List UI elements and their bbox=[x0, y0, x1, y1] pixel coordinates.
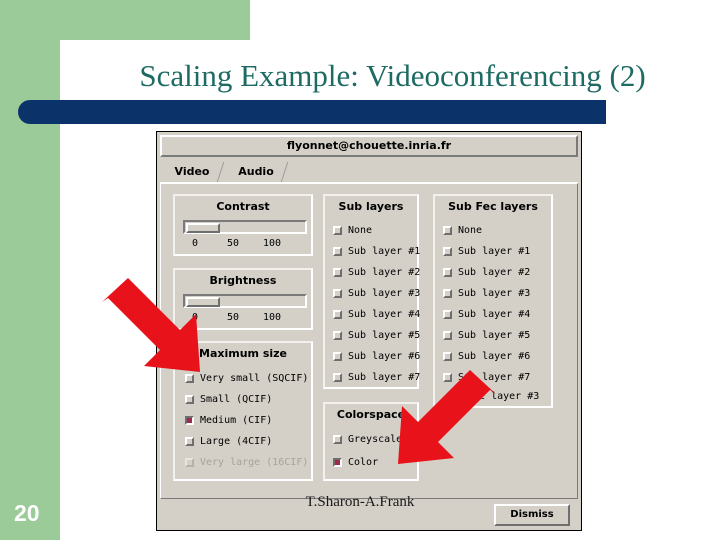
sub-layers-panel: Sub layers None Sub layer #1 Sub layer #… bbox=[323, 194, 420, 389]
checkbox-icon bbox=[443, 268, 452, 277]
page-title: Scaling Example: Videoconferencing (2) bbox=[139, 58, 646, 93]
subfec-option-3[interactable]: Sub layer #3 bbox=[443, 286, 530, 301]
tab-divider-icon bbox=[282, 161, 294, 183]
slide-canvas: Scaling Example: Videoconferencing (2) 2… bbox=[0, 0, 720, 540]
annotation-arrow-down-right bbox=[102, 278, 200, 372]
contrast-scale-min: 0 bbox=[192, 238, 199, 249]
navy-accent-bar bbox=[18, 100, 606, 124]
checkbox-icon bbox=[333, 268, 342, 277]
subfec-label: None bbox=[458, 225, 483, 236]
sublayer-label: Sub layer #3 bbox=[348, 288, 421, 299]
sublayer-option-6[interactable]: Sub layer #6 bbox=[333, 349, 420, 364]
contrast-scale-max: 100 bbox=[263, 238, 282, 249]
subfec-label: Sub layer #3 bbox=[458, 288, 531, 299]
radio-icon bbox=[333, 435, 342, 444]
subfec-option-5[interactable]: Sub layer #5 bbox=[443, 328, 530, 343]
green-left-band bbox=[0, 0, 60, 540]
checkbox-icon bbox=[443, 352, 452, 361]
brightness-scale-mid: 50 bbox=[227, 312, 240, 323]
sublayer-option-5[interactable]: Sub layer #5 bbox=[333, 328, 420, 343]
checkbox-icon bbox=[443, 226, 452, 235]
radio-icon-selected bbox=[185, 416, 194, 425]
sublayer-option-none[interactable]: None bbox=[333, 223, 372, 238]
maxsize-option-medium[interactable]: Medium (CIF) bbox=[185, 413, 272, 428]
maxsize-option-small[interactable]: Small (QCIF) bbox=[185, 392, 272, 407]
maxsize-label: Very large (16CIF) bbox=[200, 457, 309, 468]
dialog-body: Contrast 0 50 100 Brightness 0 50 100 bbox=[160, 183, 578, 499]
radio-icon bbox=[185, 437, 194, 446]
subfec-option-4[interactable]: Sub layer #4 bbox=[443, 307, 530, 322]
tab-bar: Video Audio bbox=[160, 161, 578, 183]
radio-icon-selected bbox=[333, 458, 342, 467]
tab-video-label: Video bbox=[174, 165, 210, 178]
tab-video[interactable]: Video bbox=[166, 161, 218, 183]
brightness-scale-max: 100 bbox=[263, 312, 282, 323]
maxsize-option-large[interactable]: Large (4CIF) bbox=[185, 434, 272, 449]
checkbox-icon bbox=[443, 310, 452, 319]
subfec-label: Sub layer #2 bbox=[458, 267, 531, 278]
sub-fec-layers-title: Sub Fec layers bbox=[448, 200, 538, 213]
contrast-title: Contrast bbox=[216, 200, 270, 213]
sublayer-option-1[interactable]: Sub layer #1 bbox=[333, 244, 420, 259]
contrast-slider[interactable] bbox=[183, 220, 307, 234]
maxsize-option-very-large: Very large (16CIF) bbox=[185, 455, 308, 470]
checkbox-icon bbox=[443, 331, 452, 340]
slide-footer: T.Sharon-A.Frank bbox=[305, 494, 415, 510]
checkbox-icon bbox=[443, 247, 452, 256]
checkbox-icon bbox=[333, 247, 342, 256]
sublayer-option-4[interactable]: Sub layer #4 bbox=[333, 307, 420, 322]
sub-layers-title: Sub layers bbox=[338, 200, 404, 213]
dialog-title-bar: flyonnet@chouette.inria.fr bbox=[160, 135, 578, 157]
contrast-slider-thumb[interactable] bbox=[186, 223, 220, 233]
checkbox-icon bbox=[333, 289, 342, 298]
maxsize-label: Very small (SQCIF) bbox=[200, 373, 309, 384]
subfec-label: Sub layer #5 bbox=[458, 330, 531, 341]
tab-divider-icon bbox=[218, 161, 230, 183]
sublayer-label: None bbox=[348, 225, 373, 236]
sublayer-label: Sub layer #5 bbox=[348, 330, 421, 341]
sublayer-label: Sub layer #4 bbox=[348, 309, 421, 320]
sublayer-label: Sub layer #6 bbox=[348, 351, 421, 362]
annotation-arrow-down-left bbox=[398, 370, 496, 464]
checkbox-icon bbox=[333, 310, 342, 319]
subfec-label: Sub layer #1 bbox=[458, 246, 531, 257]
checkbox-icon bbox=[333, 226, 342, 235]
tab-audio-label: Audio bbox=[238, 165, 274, 178]
maxsize-label: Large (4CIF) bbox=[200, 436, 273, 447]
maxsize-label: Medium (CIF) bbox=[200, 415, 273, 426]
contrast-scale-mid: 50 bbox=[227, 238, 240, 249]
checkbox-icon bbox=[333, 331, 342, 340]
videoconferencing-dialog: flyonnet@chouette.inria.fr Video Audio C… bbox=[156, 131, 582, 531]
subfec-option-1[interactable]: Sub layer #1 bbox=[443, 244, 530, 259]
green-top-band bbox=[0, 0, 250, 40]
checkbox-icon bbox=[333, 352, 342, 361]
radio-icon bbox=[185, 395, 194, 404]
subfec-option-2[interactable]: Sub layer #2 bbox=[443, 265, 530, 280]
subfec-option-none[interactable]: None bbox=[443, 223, 482, 238]
sublayer-option-3[interactable]: Sub layer #3 bbox=[333, 286, 420, 301]
colorspace-label: Color bbox=[348, 457, 379, 468]
subfec-option-6[interactable]: Sub layer #6 bbox=[443, 349, 530, 364]
maxsize-label: Small (QCIF) bbox=[200, 394, 273, 405]
tab-audio[interactable]: Audio bbox=[230, 161, 282, 183]
sublayer-option-2[interactable]: Sub layer #2 bbox=[333, 265, 420, 280]
sublayer-label: Sub layer #1 bbox=[348, 246, 421, 257]
subfec-label: Sub layer #4 bbox=[458, 309, 531, 320]
checkbox-icon bbox=[333, 373, 342, 382]
colorspace-option-color[interactable]: Color bbox=[333, 455, 378, 470]
radio-icon-disabled bbox=[185, 458, 194, 467]
contrast-panel: Contrast 0 50 100 bbox=[173, 194, 313, 256]
checkbox-icon bbox=[443, 289, 452, 298]
subfec-label: Sub layer #6 bbox=[458, 351, 531, 362]
sublayer-label: Sub layer #2 bbox=[348, 267, 421, 278]
